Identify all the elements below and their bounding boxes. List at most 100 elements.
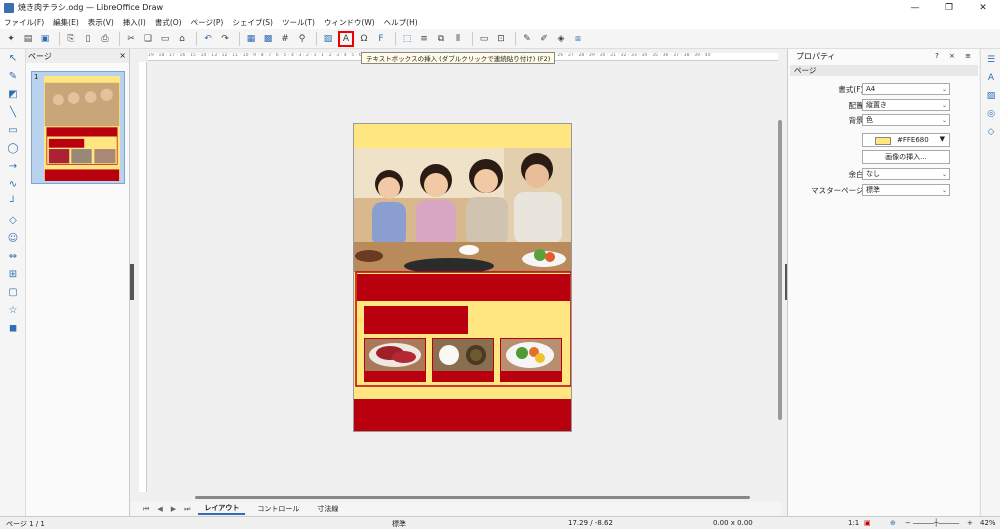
menu-view[interactable]: 表示(V)	[88, 17, 114, 28]
window-title: 焼き肉チラシ.odg — LibreOffice Draw	[18, 3, 164, 12]
last-tab-icon[interactable]: ⏭	[184, 505, 190, 514]
helplines-icon[interactable]: ▩	[261, 32, 275, 46]
menu-shape[interactable]: シェイプ(S)	[232, 17, 273, 28]
zoom-level[interactable]: 42%	[980, 519, 996, 527]
distribute-icon[interactable]: ⫴	[451, 32, 465, 46]
menu-insert[interactable]: 挿入(I)	[123, 17, 146, 28]
vertical-scrollbar[interactable]	[778, 120, 782, 420]
shapes-deck-icon[interactable]: ◇	[984, 125, 998, 139]
next-tab-icon[interactable]: ▶	[171, 505, 176, 513]
print-icon[interactable]: ⎙	[98, 32, 112, 46]
zoom-icon[interactable]: ⚲	[295, 32, 309, 46]
menu-edit[interactable]: 編集(E)	[53, 17, 79, 28]
redo-icon[interactable]: ↷	[218, 32, 232, 46]
page-thumbnail[interactable]: 1	[31, 71, 125, 184]
menu-help[interactable]: ヘルプ(H)	[384, 17, 418, 28]
maximize-button[interactable]: ❐	[932, 0, 966, 15]
show-draw-functions-icon[interactable]: ⧈	[571, 32, 585, 46]
gallery-deck-icon[interactable]: ▨	[984, 89, 998, 103]
points-icon[interactable]: ✎	[520, 32, 534, 46]
margin-dropdown[interactable]: なし ⌄	[862, 168, 950, 180]
collapse-pages-panel-handle[interactable]	[130, 264, 134, 300]
new-document-icon[interactable]: ✦	[4, 32, 18, 46]
undo-icon[interactable]: ↶	[201, 32, 215, 46]
toggle-extrusion-icon[interactable]: ◈	[554, 32, 568, 46]
menu-tools[interactable]: ツール(T)	[282, 17, 315, 28]
basic-shapes-icon[interactable]: ◇	[2, 212, 24, 229]
3d-objects-icon[interactable]: ◼	[2, 320, 24, 337]
cut-icon[interactable]: ✂	[124, 32, 138, 46]
align-icon[interactable]: ≡	[417, 32, 431, 46]
thumbnail-flyer-preview	[44, 82, 120, 181]
glue-points-icon[interactable]: ✐	[537, 32, 551, 46]
zoom-out-icon[interactable]: −	[905, 519, 911, 527]
orientation-dropdown[interactable]: 縦置き ⌄	[862, 99, 950, 111]
curves-icon[interactable]: ∿	[2, 176, 24, 193]
menu-format[interactable]: 書式(O)	[155, 17, 182, 28]
select-arrow-icon[interactable]: ↖	[2, 50, 24, 67]
snap-grid-icon[interactable]: #	[278, 32, 292, 46]
grid-icon[interactable]: ▦	[244, 32, 258, 46]
tab-dimension-lines[interactable]: 寸法線	[311, 504, 344, 514]
properties-sidebar: プロパティ ? × ≡ ページ 書式(F): A4 ⌄ 配置: 縦置き ⌄ 背景: …	[787, 49, 979, 516]
zoom-in-icon[interactable]: +	[967, 519, 973, 527]
shadow-icon[interactable]: ▭	[477, 32, 491, 46]
toolbar-separator	[196, 31, 197, 46]
background-dropdown[interactable]: 色 ⌄	[862, 114, 950, 126]
properties-deck-icon[interactable]: ☰	[984, 53, 998, 67]
insert-image-button[interactable]: 画像の挿入...	[862, 150, 950, 164]
menu-file[interactable]: ファイル(F)	[4, 17, 44, 28]
menu-window[interactable]: ウィンドウ(W)	[324, 17, 375, 28]
page-section-header[interactable]: ページ	[790, 65, 978, 76]
zoom-slider[interactable]: ―――┼―――	[913, 519, 959, 527]
flyer-page[interactable]	[353, 123, 572, 432]
fit-page-icon[interactable]: ⊕	[890, 519, 896, 527]
paste-icon[interactable]: ▭	[158, 32, 172, 46]
ellipse-icon[interactable]: ◯	[2, 140, 24, 157]
save-icon[interactable]: ▣	[38, 32, 52, 46]
horizontal-scrollbar[interactable]	[195, 496, 750, 499]
open-folder-icon[interactable]: ▤	[21, 32, 35, 46]
line-icon[interactable]: ╲	[2, 104, 24, 121]
flowchart-icon[interactable]: ⊞	[2, 266, 24, 283]
background-color-picker[interactable]: #FFE680 ▼	[862, 133, 950, 147]
master-page-label: マスターページ:	[811, 186, 866, 195]
toolbar-separator	[515, 31, 516, 46]
export-pdf-icon[interactable]: ▯	[81, 32, 95, 46]
vertical-ruler[interactable]	[139, 62, 147, 492]
crop-icon[interactable]: ⊡	[494, 32, 508, 46]
master-page-dropdown[interactable]: 標準 ⌄	[862, 184, 950, 196]
orientation-row: 配置: 縦置き ⌄	[788, 99, 978, 111]
rectangle-icon[interactable]: ▭	[2, 122, 24, 139]
lines-arrows-icon[interactable]: →	[2, 158, 24, 175]
connectors-icon[interactable]: ┘	[2, 194, 24, 211]
block-arrows-icon[interactable]: ⇔	[2, 248, 24, 265]
export-icon[interactable]: ⎘	[64, 32, 78, 46]
copy-icon[interactable]: ❏	[141, 32, 155, 46]
previous-tab-icon[interactable]: ◀	[157, 505, 162, 513]
insert-special-char-icon[interactable]: Ω	[357, 32, 371, 46]
format-dropdown[interactable]: A4 ⌄	[862, 83, 950, 95]
stars-icon[interactable]: ☆	[2, 302, 24, 319]
clone-formatting-icon[interactable]: ⌂	[175, 32, 189, 46]
sidebar-header-buttons[interactable]: ? × ≡	[935, 52, 975, 60]
navigator-deck-icon[interactable]: ◎	[984, 107, 998, 121]
first-tab-icon[interactable]: ⏮	[143, 505, 149, 514]
tab-layout[interactable]: レイアウト	[198, 503, 246, 515]
line-color-icon[interactable]: ✎	[2, 68, 24, 85]
master-page-row: マスターページ: 標準 ⌄	[788, 184, 978, 196]
fontwork-icon[interactable]: F	[374, 32, 388, 46]
callouts-icon[interactable]: ▢	[2, 284, 24, 301]
symbol-shapes-icon[interactable]: ☺	[2, 230, 24, 247]
minimize-button[interactable]: —	[898, 0, 932, 15]
close-window-button[interactable]: ✕	[966, 0, 1000, 15]
insert-image-icon[interactable]: ▨	[321, 32, 335, 46]
arrange-icon[interactable]: ⧉	[434, 32, 448, 46]
menu-page[interactable]: ページ(P)	[191, 17, 224, 28]
tab-controls[interactable]: コントロール	[251, 504, 305, 514]
fill-color-icon[interactable]: ◩	[2, 86, 24, 103]
styles-deck-icon[interactable]: A	[984, 71, 998, 85]
insert-textbox-icon[interactable]: A	[338, 30, 354, 47]
close-pages-panel-button[interactable]: ×	[119, 51, 126, 60]
transformations-icon[interactable]: ⬚	[400, 32, 414, 46]
